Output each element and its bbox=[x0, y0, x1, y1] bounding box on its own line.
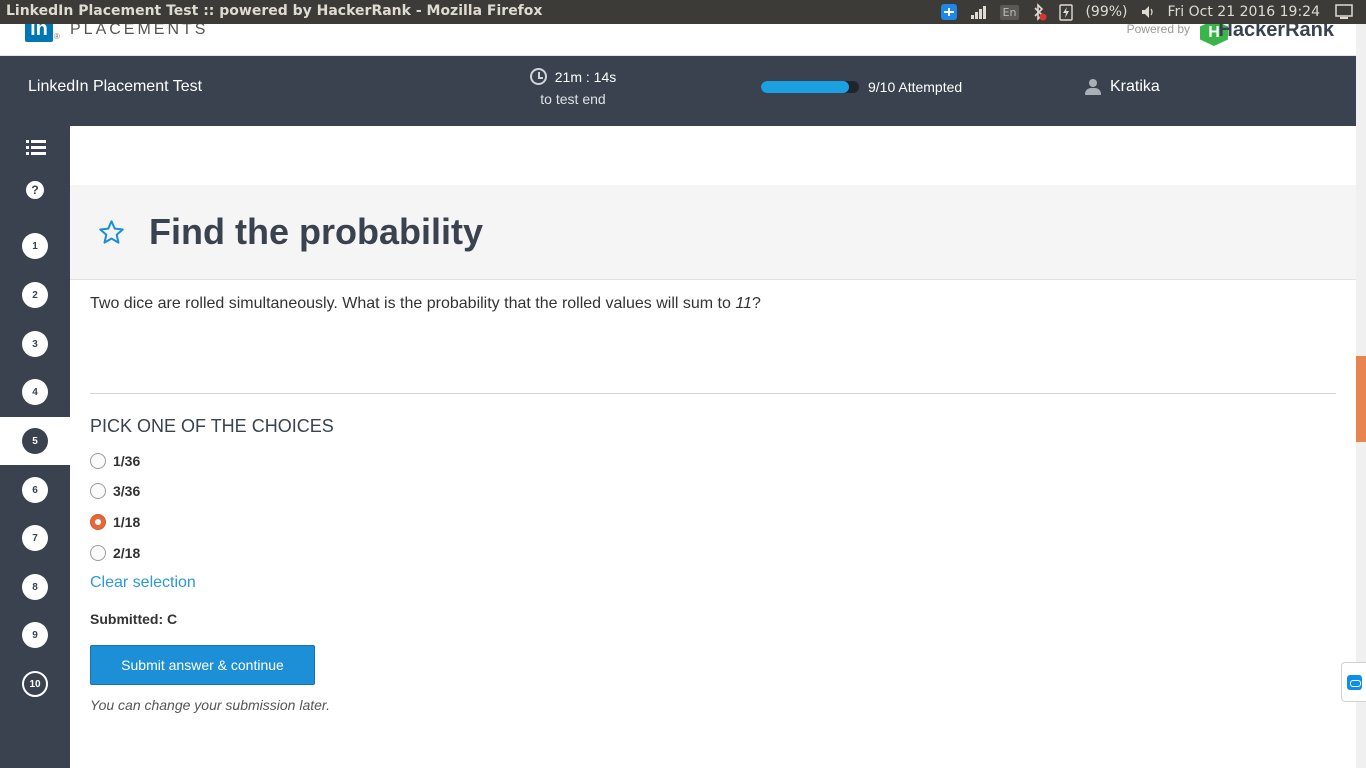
choice-radio[interactable] bbox=[90, 545, 106, 561]
question-title: Find the probability bbox=[149, 211, 483, 252]
question-text-number: 11 bbox=[735, 295, 752, 312]
question-number: 1 bbox=[22, 233, 48, 259]
user-menu[interactable]: Kratika bbox=[1085, 78, 1160, 96]
question-number: 5 bbox=[22, 428, 48, 454]
choice-label: 1/18 bbox=[113, 514, 141, 530]
choice-option[interactable]: 1/36 bbox=[90, 453, 140, 469]
sidebar-question-8[interactable]: 8 bbox=[0, 563, 70, 611]
question-number: 6 bbox=[22, 477, 48, 503]
timer-caption: to test end bbox=[540, 91, 606, 107]
question-text-end: ? bbox=[751, 295, 761, 312]
progress-bar bbox=[761, 81, 859, 93]
test-title: LinkedIn Placement Test bbox=[28, 78, 203, 95]
powered-by-label: Powered by bbox=[1126, 24, 1190, 36]
question-header: Find the probability bbox=[70, 185, 1356, 280]
timer-value: 21m : 14s bbox=[554, 68, 617, 85]
progress-label: 9/10 Attempted bbox=[868, 79, 963, 95]
sidebar-question-2[interactable]: 2 bbox=[0, 271, 70, 319]
hackerrank-wordmark[interactable]: HackerRank bbox=[1218, 24, 1334, 42]
star-icon[interactable] bbox=[98, 219, 125, 246]
list-icon[interactable] bbox=[26, 140, 46, 156]
window-title: LinkedIn Placement Test :: powered by Ha… bbox=[6, 3, 543, 19]
choice-label: 3/36 bbox=[113, 483, 141, 499]
linkedin-registered-mark: ® bbox=[54, 32, 60, 41]
username: Kratika bbox=[1110, 78, 1160, 95]
choice-label: 2/18 bbox=[113, 545, 141, 561]
choice-radio[interactable] bbox=[90, 453, 106, 469]
keyboard-language-indicator[interactable]: En bbox=[999, 4, 1020, 20]
submitted-status: Submitted: C bbox=[90, 611, 178, 627]
progress-bar-fill bbox=[761, 81, 850, 93]
system-tray: En (99%) Fri Oct 21 2016 19:24 bbox=[940, 0, 1366, 24]
sidebar-question-5[interactable]: 5 bbox=[0, 417, 70, 465]
test-header: LinkedIn Placement Test 21m : 14s to tes… bbox=[0, 56, 1356, 126]
network-signal-icon[interactable] bbox=[970, 4, 988, 20]
question-text: Two dice are rolled simultaneously. What… bbox=[90, 295, 761, 313]
sidebar-question-10[interactable]: 10 bbox=[0, 660, 70, 708]
teamviewer-icon bbox=[1346, 674, 1362, 690]
question-number: 9 bbox=[22, 622, 48, 648]
battery-icon[interactable] bbox=[1059, 3, 1074, 21]
volume-icon[interactable] bbox=[1140, 4, 1156, 20]
choice-option[interactable]: 3/36 bbox=[90, 483, 140, 499]
question-sidebar: ? 1 2 3 4 5 6 7 8 9 10 bbox=[0, 126, 70, 768]
sidebar-question-9[interactable]: 9 bbox=[0, 611, 70, 659]
sidebar-question-6[interactable]: 6 bbox=[0, 466, 70, 514]
computer-icon[interactable] bbox=[1334, 3, 1354, 21]
system-clock[interactable]: Fri Oct 21 2016 19:24 bbox=[1168, 4, 1320, 20]
os-title-bar: LinkedIn Placement Test :: powered by Ha… bbox=[0, 0, 1366, 24]
teamviewer-tray-icon[interactable] bbox=[940, 3, 958, 21]
linkedin-logo[interactable]: in bbox=[25, 24, 53, 42]
clear-selection-link[interactable]: Clear selection bbox=[90, 574, 196, 592]
question-text-main: Two dice are rolled simultaneously. What… bbox=[90, 295, 736, 312]
choice-radio[interactable] bbox=[90, 483, 106, 499]
choice-option[interactable]: 1/18 bbox=[90, 514, 140, 530]
question-number: 10 bbox=[22, 671, 48, 697]
bluetooth-icon[interactable] bbox=[1031, 3, 1047, 21]
question-number: 4 bbox=[22, 379, 48, 405]
submission-note: You can change your submission later. bbox=[90, 697, 330, 713]
sidebar-question-7[interactable]: 7 bbox=[0, 514, 70, 562]
page-scrollbar[interactable] bbox=[1356, 24, 1366, 768]
teamviewer-tab[interactable] bbox=[1341, 662, 1366, 702]
sidebar-question-3[interactable]: 3 bbox=[0, 320, 70, 368]
question-number: 3 bbox=[22, 331, 48, 357]
question-number: 7 bbox=[22, 525, 48, 551]
choice-radio[interactable] bbox=[90, 514, 106, 530]
submit-answer-button[interactable]: Submit answer & continue bbox=[90, 645, 315, 685]
timer: 21m : 14s to test end bbox=[523, 68, 623, 107]
choice-option[interactable]: 2/18 bbox=[90, 545, 140, 561]
brand-strip: in ® PLACEMENTS Powered by H HackerRank bbox=[0, 24, 1356, 56]
placements-label: PLACEMENTS bbox=[70, 24, 209, 38]
sidebar-question-1[interactable]: 1 bbox=[0, 222, 70, 270]
choice-label: 1/36 bbox=[113, 453, 141, 469]
question-number: 2 bbox=[22, 282, 48, 308]
clock-icon bbox=[529, 68, 547, 85]
user-icon bbox=[1085, 79, 1101, 95]
sidebar-question-4[interactable]: 4 bbox=[0, 368, 70, 416]
scrollbar-thumb[interactable] bbox=[1356, 356, 1366, 442]
help-icon[interactable]: ? bbox=[26, 181, 44, 199]
question-number: 8 bbox=[22, 574, 48, 600]
battery-percent: (99%) bbox=[1085, 4, 1128, 20]
divider bbox=[90, 393, 1336, 394]
pick-choice-label: PICK ONE OF THE CHOICES bbox=[90, 416, 334, 436]
